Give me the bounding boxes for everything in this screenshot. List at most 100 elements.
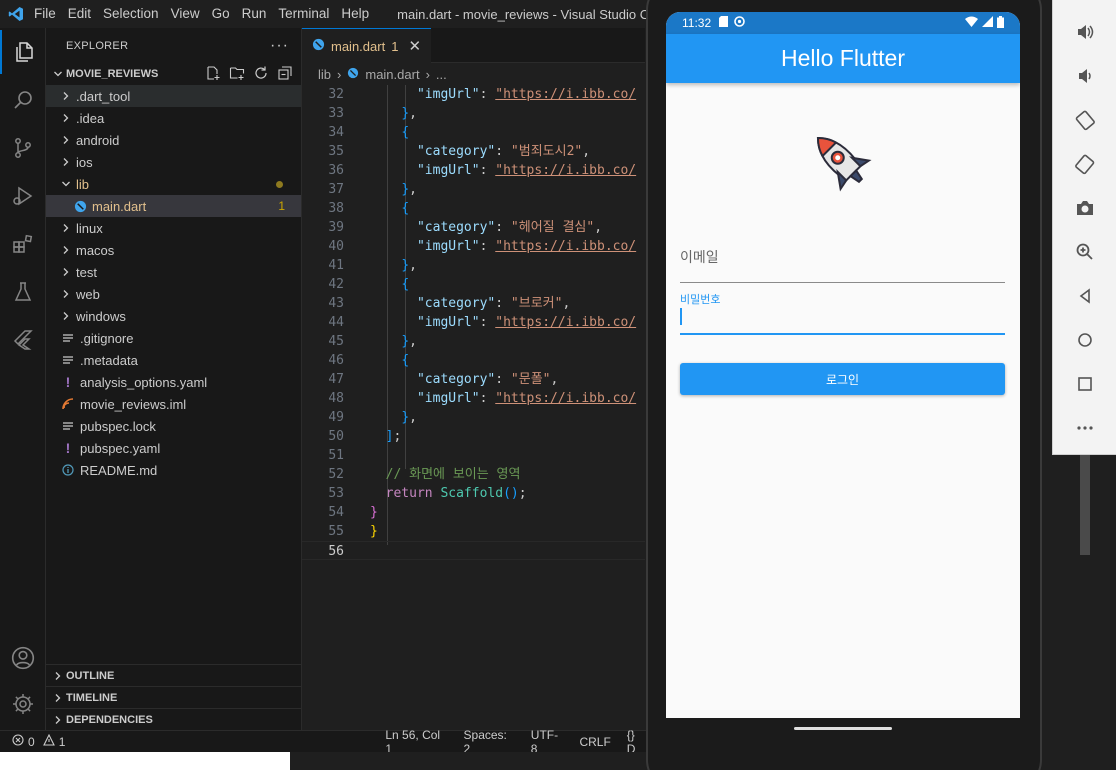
tree-item-web[interactable]: web (46, 283, 301, 305)
code-line[interactable]: 49 }, (302, 408, 645, 427)
scrollbar-thumb[interactable] (1080, 455, 1090, 555)
flutter-icon[interactable] (0, 318, 46, 362)
code-line[interactable]: 55} (302, 522, 645, 541)
rotate-right-icon[interactable] (1053, 146, 1116, 182)
explorer-icon[interactable] (0, 30, 46, 74)
tree-item-analysis-options-yaml[interactable]: ! analysis_options.yaml (46, 371, 301, 393)
account-icon[interactable] (0, 636, 46, 680)
testing-icon[interactable] (0, 270, 46, 314)
code-line[interactable]: 46 { (302, 351, 645, 370)
code-line[interactable]: 33 }, (302, 104, 645, 123)
gesture-handle[interactable] (794, 727, 892, 730)
tab-main-dart[interactable]: main.dart 1 ✕ (302, 28, 432, 63)
run-debug-icon[interactable] (0, 174, 46, 218)
code-line[interactable]: 32 "imgUrl": "https://i.ibb.co/ (302, 85, 645, 104)
tree-item-dart-tool[interactable]: .dart_tool (46, 85, 301, 107)
tree-item-idea[interactable]: .idea (46, 107, 301, 129)
overview-icon[interactable] (1053, 366, 1116, 402)
code-line[interactable]: 36 "imgUrl": "https://i.ibb.co/ (302, 161, 645, 180)
collapse-all-icon[interactable] (277, 65, 293, 84)
code-line[interactable]: 56 (302, 541, 645, 560)
close-tab-icon[interactable]: ✕ (408, 37, 421, 55)
menu-go[interactable]: Go (206, 0, 236, 28)
code-line[interactable]: 39 "category": "헤어질 결심", (302, 218, 645, 237)
menu-view[interactable]: View (165, 0, 206, 28)
more-options-icon[interactable] (1053, 410, 1116, 446)
tree-item-lib[interactable]: lib (46, 173, 301, 195)
settings-gear-icon[interactable] (0, 682, 46, 726)
menu-selection[interactable]: Selection (97, 0, 165, 28)
warning-icon[interactable] (42, 733, 55, 749)
new-folder-icon[interactable] (229, 65, 245, 84)
code-line[interactable]: 53 return Scaffold(); (302, 484, 645, 503)
back-icon[interactable] (1053, 278, 1116, 314)
end-of-line[interactable]: CRLF (579, 735, 610, 749)
camera-icon[interactable] (1053, 190, 1116, 226)
project-section-header[interactable]: MOVIE_REVIEWS (46, 63, 301, 85)
tree-item-metadata[interactable]: .metadata (46, 349, 301, 371)
error-count[interactable]: 0 (28, 735, 35, 749)
breadcrumb-main-dart[interactable]: main.dart (365, 67, 419, 82)
tree-item-macos[interactable]: macos (46, 239, 301, 261)
menu-edit[interactable]: Edit (62, 0, 97, 28)
tree-item-gitignore[interactable]: .gitignore (46, 327, 301, 349)
timeline-section[interactable]: TIMELINE (46, 686, 302, 708)
tree-item-movie-reviews-iml[interactable]: movie_reviews.iml (46, 393, 301, 415)
menu-file[interactable]: File (28, 0, 62, 28)
tree-item-ios[interactable]: ios (46, 151, 301, 173)
login-button[interactable]: 로그인 (680, 363, 1005, 395)
code-line[interactable]: 42 { (302, 275, 645, 294)
tree-item-test[interactable]: test (46, 261, 301, 283)
warning-count[interactable]: 1 (59, 735, 66, 749)
code-text: "imgUrl": "https://i.ibb.co/ (416, 391, 637, 406)
tree-item-label: pubspec.yaml (80, 440, 161, 456)
new-file-icon[interactable] (205, 65, 221, 84)
line-number: 33 (328, 106, 344, 121)
code-line[interactable]: 51 (302, 446, 645, 465)
code-line[interactable]: 43 "category": "브로커", (302, 294, 645, 313)
breadcrumb-symbol[interactable]: ... (436, 67, 447, 82)
yaml-file-icon: ! (65, 440, 71, 456)
code-line[interactable]: 48 "imgUrl": "https://i.ibb.co/ (302, 389, 645, 408)
breadcrumb-lib[interactable]: lib (318, 67, 331, 82)
volume-up-icon[interactable] (1053, 14, 1116, 50)
code-editor[interactable]: 32 "imgUrl": "https://i.ibb.co/33 }, 34 {… (302, 85, 645, 560)
tree-item-readme-md[interactable]: README.md (46, 459, 301, 481)
home-icon[interactable] (1053, 322, 1116, 358)
outline-label: OUTLINE (66, 669, 115, 682)
menu-run[interactable]: Run (236, 0, 273, 28)
refresh-icon[interactable] (253, 65, 269, 84)
code-line[interactable]: 41 }, (302, 256, 645, 275)
code-line[interactable]: 50 ]; (302, 427, 645, 446)
extensions-icon[interactable] (0, 222, 46, 266)
code-line[interactable]: 45 }, (302, 332, 645, 351)
source-control-icon[interactable] (0, 126, 46, 170)
tree-item-windows[interactable]: windows (46, 305, 301, 327)
menu-terminal[interactable]: Terminal (272, 0, 335, 28)
menu-help[interactable]: Help (335, 0, 375, 28)
code-line[interactable]: 38 { (302, 199, 645, 218)
tree-item-main-dart[interactable]: main.dart 1 (46, 195, 301, 217)
code-line[interactable]: 44 "imgUrl": "https://i.ibb.co/ (302, 313, 645, 332)
code-line[interactable]: 47 "category": "문폴", (302, 370, 645, 389)
code-line[interactable]: 34 { (302, 123, 645, 142)
code-line[interactable]: 52 // 화면에 보이는 영역 (302, 465, 645, 484)
volume-down-icon[interactable] (1053, 58, 1116, 94)
tree-item-pubspec-lock[interactable]: pubspec.lock (46, 415, 301, 437)
password-field[interactable]: 비밀번호 (680, 288, 1005, 335)
search-icon[interactable] (0, 78, 46, 122)
code-line[interactable]: 40 "imgUrl": "https://i.ibb.co/ (302, 237, 645, 256)
clock: 11:32 (682, 16, 712, 30)
email-field[interactable]: 이메일 (680, 240, 1005, 283)
code-line[interactable]: 35 "category": "범죄도시2", (302, 142, 645, 161)
tree-item-pubspec-yaml[interactable]: ! pubspec.yaml (46, 437, 301, 459)
tree-item-android[interactable]: android (46, 129, 301, 151)
tree-item-linux[interactable]: linux (46, 217, 301, 239)
code-line[interactable]: 54} (302, 503, 645, 522)
rotate-left-icon[interactable] (1053, 102, 1116, 138)
outline-section[interactable]: OUTLINE (46, 664, 302, 686)
more-actions-icon[interactable]: ··· (270, 37, 289, 55)
zoom-icon[interactable] (1053, 234, 1116, 270)
code-line[interactable]: 37 }, (302, 180, 645, 199)
error-icon[interactable] (12, 734, 24, 749)
